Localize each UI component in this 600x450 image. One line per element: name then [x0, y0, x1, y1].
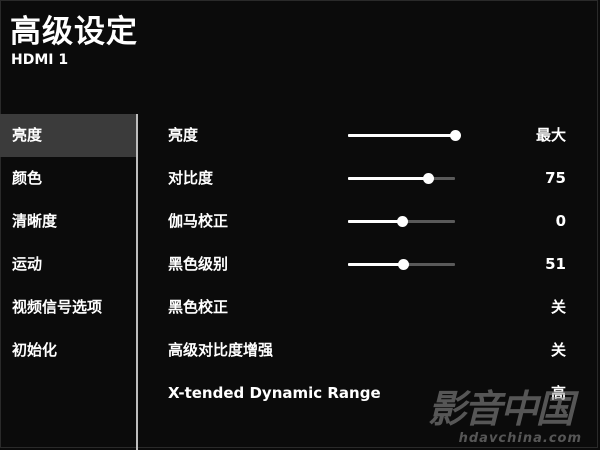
sidebar-item-video-signal-options[interactable]: 视频信号选项 [0, 286, 136, 329]
setting-label: 黑色校正 [168, 298, 229, 316]
sidebar-item-clarity[interactable]: 清晰度 [0, 200, 136, 243]
sidebar-item-motion[interactable]: 运动 [0, 243, 136, 286]
slider-thumb[interactable] [423, 173, 435, 184]
slider-thumb[interactable] [396, 216, 408, 227]
slider-fill [348, 263, 403, 266]
setting-row-contrast[interactable]: 对比度 75 [138, 157, 600, 200]
setting-row-black-level[interactable]: 黑色级别 51 [138, 243, 600, 286]
slider-fill [348, 220, 402, 223]
sidebar-item-color[interactable]: 颜色 [0, 157, 136, 200]
sidebar-item-label: 颜色 [12, 169, 43, 187]
sidebar-menu: 亮度 颜色 清晰度 运动 视频信号选项 初始化 [0, 114, 136, 450]
sidebar-item-label: 亮度 [12, 126, 43, 144]
input-source-label: HDMI 1 [11, 52, 69, 68]
slider-fill [348, 177, 429, 180]
brightness-slider[interactable] [348, 130, 461, 141]
sidebar-item-label: 初始化 [12, 341, 58, 359]
sidebar-item-brightness[interactable]: 亮度 [0, 114, 136, 157]
setting-row-brightness[interactable]: 亮度 最大 [138, 114, 600, 157]
gamma-slider[interactable] [348, 216, 455, 227]
slider-fill [348, 134, 455, 137]
slider-thumb[interactable] [450, 130, 461, 141]
page-title: 高级设定 [10, 14, 138, 50]
setting-label: 高级对比度增强 [168, 341, 274, 359]
setting-value: 关 [550, 298, 566, 316]
setting-value: 关 [550, 341, 566, 359]
setting-label: 对比度 [168, 169, 214, 187]
setting-label: X-tended Dynamic Range [168, 384, 381, 402]
setting-value: 75 [545, 169, 566, 187]
setting-row-black-correction[interactable]: 黑色校正 关 [138, 286, 600, 329]
black-level-slider[interactable] [348, 259, 455, 270]
sidebar-item-label: 运动 [12, 255, 43, 273]
setting-value: 51 [545, 255, 566, 273]
contrast-slider[interactable] [348, 173, 455, 184]
setting-value: 0 [555, 212, 566, 230]
watermark-logo: 影音中国 [427, 386, 574, 431]
watermark-url: hdavchina.com [458, 431, 582, 446]
sidebar-item-label: 清晰度 [12, 212, 58, 230]
setting-label: 黑色级别 [168, 255, 229, 273]
setting-value: 最大 [535, 126, 566, 144]
sidebar-item-label: 视频信号选项 [12, 298, 103, 316]
sidebar-item-reset[interactable]: 初始化 [0, 329, 136, 372]
setting-label: 伽马校正 [168, 212, 229, 230]
setting-label: 亮度 [168, 126, 199, 144]
watermark: 影音中国 hdavchina.com [416, 378, 586, 446]
slider-thumb[interactable] [397, 259, 409, 270]
setting-row-gamma[interactable]: 伽马校正 0 [138, 200, 600, 243]
setting-row-advanced-contrast[interactable]: 高级对比度增强 关 [138, 329, 600, 372]
